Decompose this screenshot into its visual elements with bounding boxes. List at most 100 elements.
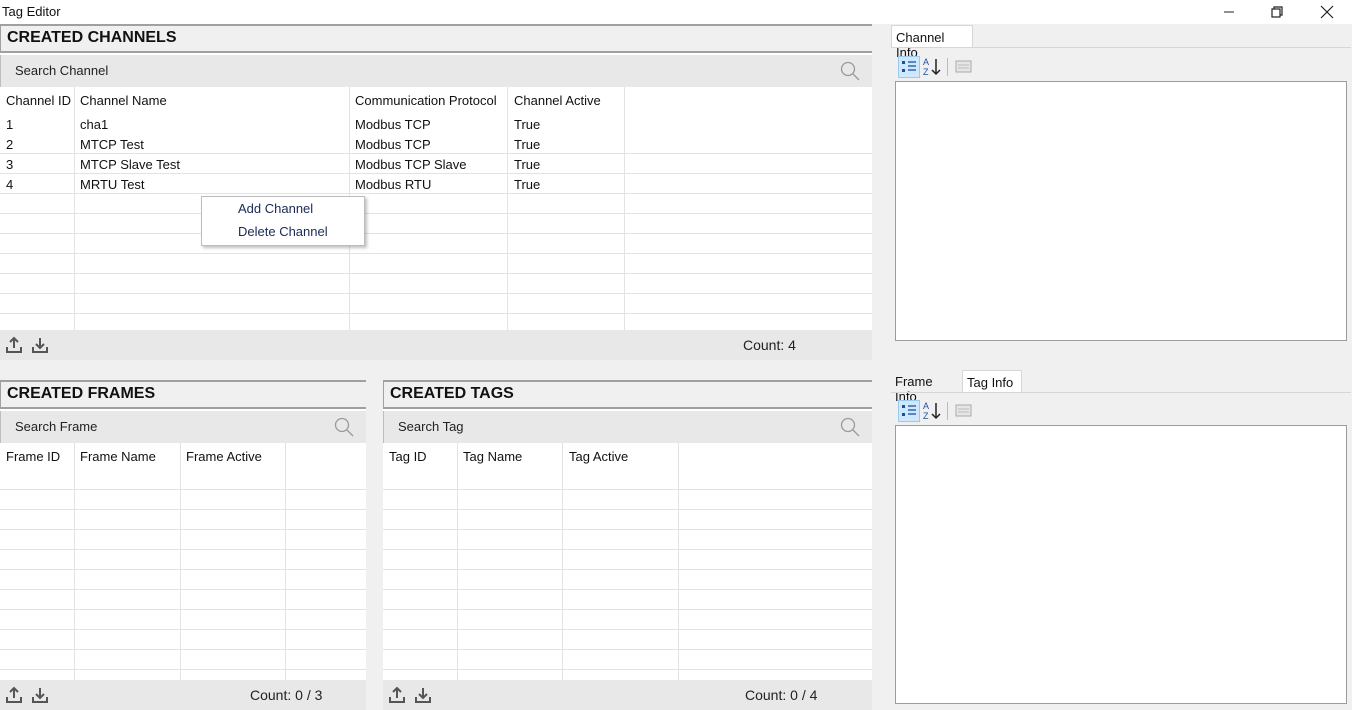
- splitter-vertical[interactable]: [366, 380, 383, 710]
- column-header[interactable]: Channel ID: [6, 93, 71, 108]
- restore-button[interactable]: [1254, 0, 1300, 24]
- export-icon[interactable]: [388, 686, 406, 704]
- channels-count: Count: 4: [743, 337, 796, 353]
- channels-footer: Count: 4: [0, 330, 872, 360]
- table-cell[interactable]: Modbus TCP Slave: [355, 157, 467, 172]
- table-cell[interactable]: Modbus TCP: [355, 137, 431, 152]
- grid-line: [0, 609, 366, 630]
- table-cell[interactable]: 4: [6, 177, 13, 192]
- tab-channel-info[interactable]: Channel Info: [891, 25, 973, 60]
- frame-search-input[interactable]: Search Frame: [15, 419, 97, 434]
- delete-channel-menu-item[interactable]: Delete Channel: [238, 224, 328, 239]
- property-pages-button[interactable]: [953, 400, 975, 422]
- tags-table: Tag ID Tag Name Tag Active: [383, 443, 872, 680]
- channel-info-tabs: Channel Info: [891, 25, 1351, 60]
- tags-group: CREATED TAGS Search Tag Tag ID Tag Name …: [383, 380, 872, 710]
- grid-line: [383, 589, 872, 610]
- restore-icon: [1271, 6, 1283, 18]
- frame-search-bar[interactable]: Search Frame: [0, 411, 366, 443]
- alphabetical-button[interactable]: AZ: [922, 56, 944, 78]
- table-cell[interactable]: True: [514, 137, 540, 152]
- splitter-horizontal[interactable]: [0, 360, 872, 380]
- minimize-icon: [1224, 11, 1234, 13]
- table-cell[interactable]: True: [514, 177, 540, 192]
- grid-line: [0, 313, 872, 330]
- categorized-button[interactable]: [898, 400, 920, 422]
- grid-line: [0, 549, 366, 570]
- import-icon[interactable]: [31, 336, 49, 354]
- tag-search-input[interactable]: Search Tag: [398, 419, 464, 434]
- column-header[interactable]: Tag ID: [389, 449, 427, 464]
- column-header[interactable]: Communication Protocol: [355, 93, 497, 108]
- table-cell[interactable]: 1: [6, 117, 13, 132]
- tags-footer: Count: 0 / 4: [383, 680, 872, 710]
- alphabetical-button[interactable]: AZ: [922, 400, 944, 422]
- categorized-button[interactable]: [898, 56, 920, 78]
- context-menu: Add Channel Delete Channel: [201, 196, 365, 246]
- channels-table: Channel ID Channel Name Communication Pr…: [0, 87, 872, 330]
- property-pages-icon: [955, 404, 972, 417]
- frames-header: CREATED FRAMES: [0, 380, 366, 409]
- grid-line: [383, 489, 872, 510]
- tag-property-grid[interactable]: [895, 425, 1347, 704]
- divider: [891, 47, 1351, 48]
- table-cell[interactable]: 3: [6, 157, 13, 172]
- grid-line: [383, 569, 872, 590]
- column-header[interactable]: Frame ID: [6, 449, 60, 464]
- table-cell[interactable]: MTCP Test: [80, 137, 144, 152]
- grid-line: [383, 549, 872, 570]
- property-pages-icon: [955, 60, 972, 73]
- export-icon[interactable]: [5, 336, 23, 354]
- close-button[interactable]: [1304, 0, 1350, 24]
- column-header[interactable]: Channel Name: [80, 93, 167, 108]
- categorized-icon: [902, 405, 916, 416]
- grid-line: [383, 509, 872, 530]
- property-pages-button[interactable]: [953, 56, 975, 78]
- export-icon[interactable]: [5, 686, 23, 704]
- search-icon[interactable]: [840, 417, 860, 437]
- toolbar-separator: [947, 402, 948, 420]
- tab-frame-info[interactable]: Frame Info: [891, 370, 961, 404]
- grid-line: [0, 529, 366, 550]
- column-header[interactable]: Frame Name: [80, 449, 156, 464]
- close-icon: [1320, 5, 1334, 19]
- tag-search-bar[interactable]: Search Tag: [383, 411, 872, 443]
- sort-alpha-icon: AZ: [923, 401, 941, 421]
- channel-search-bar[interactable]: Search Channel: [0, 55, 872, 87]
- add-channel-menu-item[interactable]: Add Channel: [238, 201, 313, 216]
- table-cell[interactable]: 2: [6, 137, 13, 152]
- frame-tag-info-tabs: Frame Info Tag Info: [891, 370, 1351, 404]
- channel-property-grid[interactable]: [895, 81, 1347, 341]
- tab-tag-info[interactable]: Tag Info: [962, 370, 1022, 392]
- table-cell[interactable]: MRTU Test: [80, 177, 145, 192]
- svg-text:A: A: [923, 57, 929, 67]
- channel-search-input[interactable]: Search Channel: [15, 63, 108, 78]
- import-icon[interactable]: [31, 686, 49, 704]
- table-cell[interactable]: True: [514, 157, 540, 172]
- search-icon[interactable]: [334, 417, 354, 437]
- tags-header: CREATED TAGS: [383, 380, 872, 409]
- minimize-button[interactable]: [1206, 0, 1252, 24]
- column-header[interactable]: Tag Name: [463, 449, 522, 464]
- frames-table: Frame ID Frame Name Frame Active: [0, 443, 366, 680]
- grid-line: [0, 489, 366, 510]
- grid-line: [0, 469, 366, 490]
- import-icon[interactable]: [414, 686, 432, 704]
- frames-group: CREATED FRAMES Search Frame Frame ID Fra…: [0, 380, 366, 710]
- table-cell[interactable]: MTCP Slave Test: [80, 157, 180, 172]
- svg-text:Z: Z: [923, 411, 929, 421]
- column-header[interactable]: Tag Active: [569, 449, 628, 464]
- table-cell[interactable]: Modbus RTU: [355, 177, 431, 192]
- grid-line: [0, 569, 366, 590]
- grid-line: [0, 629, 366, 650]
- tags-count: Count: 0 / 4: [745, 687, 818, 703]
- column-header[interactable]: Frame Active: [186, 449, 262, 464]
- grid-line: [383, 469, 872, 490]
- table-cell[interactable]: True: [514, 117, 540, 132]
- column-header[interactable]: Channel Active: [514, 93, 601, 108]
- table-cell[interactable]: cha1: [80, 117, 108, 132]
- search-icon[interactable]: [840, 61, 860, 81]
- table-cell[interactable]: Modbus TCP: [355, 117, 431, 132]
- grid-line: [0, 649, 366, 670]
- toolbar-separator: [947, 58, 948, 76]
